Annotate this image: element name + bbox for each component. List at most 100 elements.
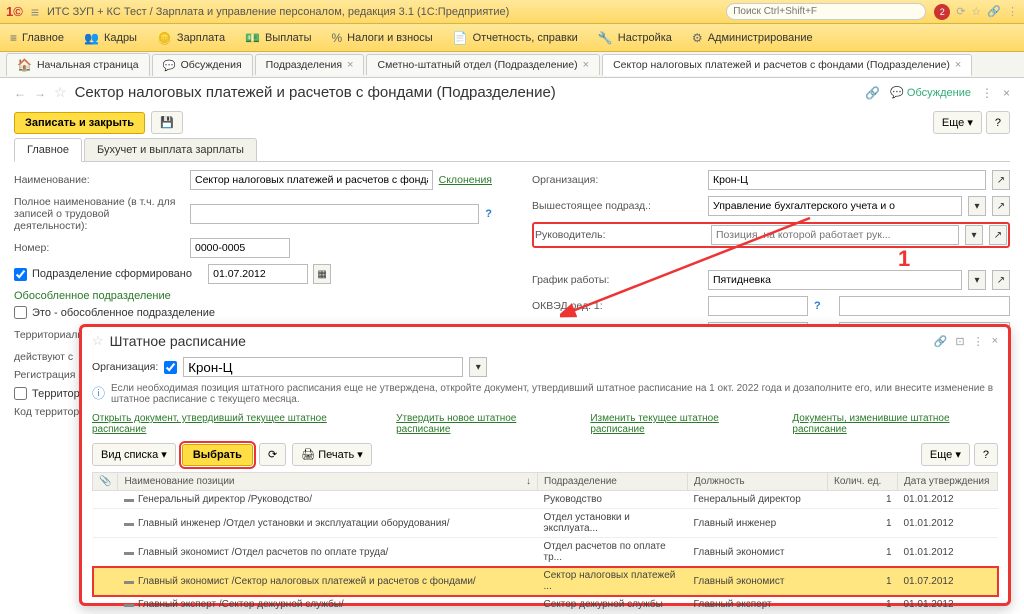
home-icon: 🏠 [17, 58, 32, 72]
popup-title: Штатное расписание [110, 333, 246, 349]
table-row-selected[interactable]: ▬Главный экономист /Сектор налоговых пла… [93, 567, 998, 596]
territory-checkbox[interactable] [14, 387, 27, 400]
select-button[interactable]: Выбрать [182, 444, 253, 466]
open-icon[interactable]: ↗ [989, 225, 1007, 245]
menu-main[interactable]: ≡Главное [10, 31, 64, 45]
table-row[interactable]: ▬Главный инженер /Отдел установки и эксп… [93, 509, 998, 538]
link-icon[interactable]: 🔗 [865, 86, 880, 100]
org-input[interactable] [708, 170, 986, 190]
save-button[interactable]: 💾 [151, 111, 183, 134]
window-icon[interactable]: ⊡ [955, 335, 964, 348]
tab-dept2[interactable]: Сметно-штатный отдел (Подразделение)× [366, 54, 600, 75]
calendar-icon[interactable]: ▦ [313, 264, 331, 284]
okved1-label: ОКВЭД ред. 1: [532, 300, 702, 312]
percent-icon: % [332, 31, 343, 45]
col-clip[interactable]: 📎 [93, 473, 118, 491]
cash-icon: 💵 [245, 31, 260, 45]
separate-checkbox[interactable] [14, 306, 27, 319]
name-input[interactable] [190, 170, 433, 190]
menu-salary[interactable]: 🪙Зарплата [157, 31, 225, 45]
view-mode-button[interactable]: Вид списка ▾ [92, 443, 176, 466]
formed-date-input[interactable] [208, 264, 308, 284]
favorite-icon[interactable]: ☆ [54, 84, 67, 101]
fullname-input[interactable] [190, 204, 479, 224]
favorite-icon[interactable]: ☆ [92, 333, 104, 349]
nav-back-icon[interactable]: ← [14, 86, 26, 100]
col-qty[interactable]: Колич. ед. [828, 473, 898, 491]
refresh-button[interactable]: ⟳ [259, 443, 286, 466]
help-icon[interactable]: ? [814, 300, 821, 312]
popup-org-input[interactable] [183, 357, 463, 377]
more-icon[interactable]: ⋮ [973, 335, 984, 348]
link-change-current[interactable]: Изменить текущее штатное расписание [590, 413, 768, 435]
menu-taxes[interactable]: %Налоги и взносы [332, 31, 433, 45]
formed-checkbox[interactable] [14, 268, 27, 281]
nav-fwd-icon[interactable]: → [34, 86, 46, 100]
manager-input[interactable] [711, 225, 959, 245]
dropdown-icon[interactable]: ▾ [968, 270, 986, 290]
open-icon[interactable]: ↗ [992, 170, 1010, 190]
link-documents[interactable]: Документы, изменившие штатное расписание [792, 413, 998, 435]
tab-dept3[interactable]: Сектор налоговых платежей и расчетов с ф… [602, 54, 972, 76]
staffing-table: 📎 Наименование позиции ↓ Подразделение Д… [92, 472, 998, 614]
menu-hr[interactable]: 👥Кадры [84, 31, 137, 45]
more-button[interactable]: Еще ▾ [933, 111, 982, 134]
col-name[interactable]: Наименование позиции ↓ [118, 473, 538, 491]
tab-home[interactable]: 🏠Начальная страница [6, 53, 150, 76]
col-position[interactable]: Должность [688, 473, 828, 491]
history-icon[interactable]: ⟳ [956, 5, 965, 18]
menu-settings[interactable]: 🔧Настройка [598, 31, 672, 45]
parent-input[interactable] [708, 196, 962, 216]
link-icon[interactable]: 🔗 [934, 335, 948, 348]
okved1-input[interactable] [708, 296, 808, 316]
coins-icon: 🪙 [157, 31, 172, 45]
okved1-desc-input[interactable] [839, 296, 1010, 316]
close-page-icon[interactable]: × [1003, 86, 1010, 100]
dropdown-icon[interactable]: ▾ [469, 357, 487, 377]
save-close-button[interactable]: Записать и закрыть [14, 112, 145, 134]
table-row[interactable]: ▬Главный эксперт /Сектор дежурной службы… [93, 596, 998, 614]
link-approve-new[interactable]: Утвердить новое штатное расписание [396, 413, 566, 435]
link-icon[interactable]: 🔗 [987, 5, 1001, 18]
chat-icon: 💬 [890, 87, 904, 99]
menu-icon[interactable]: ≡ [31, 4, 39, 20]
declensions-link[interactable]: Склонения [439, 174, 492, 186]
number-input[interactable] [190, 238, 290, 258]
print-button[interactable]: 🖨 Печать ▾ [292, 443, 372, 466]
subtab-accounting[interactable]: Бухучет и выплата зарплаты [84, 138, 257, 161]
popup-more-button[interactable]: Еще ▾ [921, 443, 970, 466]
star-icon[interactable]: ☆ [971, 5, 981, 18]
col-date[interactable]: Дата утверждения [898, 473, 998, 491]
table-row[interactable]: ▬Главный экономист /Отдел расчетов по оп… [93, 538, 998, 567]
close-icon[interactable]: × [583, 59, 589, 71]
schedule-input[interactable] [708, 270, 962, 290]
manager-label: Руководитель: [535, 229, 705, 241]
popup-org-check[interactable] [164, 361, 177, 374]
col-dept[interactable]: Подразделение [538, 473, 688, 491]
help-icon[interactable]: ? [485, 208, 492, 220]
tab-departments[interactable]: Подразделения× [255, 54, 365, 75]
close-icon[interactable]: × [992, 335, 998, 348]
gear-icon: ⚙ [692, 31, 703, 45]
settings-icon[interactable]: ⋮ [1007, 5, 1018, 18]
global-search-input[interactable] [726, 3, 926, 20]
notification-bell-icon[interactable]: 2 [934, 4, 950, 20]
help-button[interactable]: ? [986, 111, 1010, 134]
open-icon[interactable]: ↗ [992, 196, 1010, 216]
more-icon[interactable]: ⋮ [981, 86, 993, 100]
menu-payments[interactable]: 💵Выплаты [245, 31, 311, 45]
menu-admin[interactable]: ⚙Администрирование [692, 31, 813, 45]
link-open-doc[interactable]: Открыть документ, утвердивший текущее шт… [92, 413, 372, 435]
popup-help-button[interactable]: ? [974, 443, 998, 466]
close-icon[interactable]: × [955, 59, 961, 71]
discussion-link[interactable]: 💬 Обсуждение [890, 86, 971, 99]
dropdown-icon[interactable]: ▾ [965, 225, 983, 245]
dropdown-icon[interactable]: ▾ [968, 196, 986, 216]
open-icon[interactable]: ↗ [992, 270, 1010, 290]
subtab-main[interactable]: Главное [14, 138, 82, 162]
menu-reports[interactable]: 📄Отчетность, справки [453, 31, 578, 45]
table-row[interactable]: ▬Генеральный директор /Руководство/Руков… [93, 491, 998, 509]
tab-discussions[interactable]: 💬Обсуждения [152, 54, 253, 76]
close-icon[interactable]: × [347, 59, 353, 71]
popup-org-label: Организация: [92, 361, 158, 373]
